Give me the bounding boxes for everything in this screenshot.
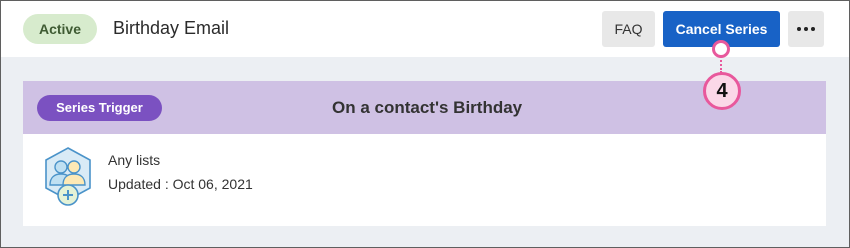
callout-anchor (712, 40, 730, 58)
lists-updated-date: Updated : Oct 06, 2021 (108, 176, 253, 192)
page-title: Birthday Email (113, 18, 230, 38)
trigger-description: On a contact's Birthday (332, 98, 523, 117)
contact-lists-icon (45, 147, 91, 206)
status-badge: Active (23, 14, 97, 44)
more-horizontal-icon (788, 11, 824, 47)
page-frame: Active Birthday Email FAQ Cancel Series … (0, 0, 850, 248)
faq-button[interactable]: FAQ (602, 11, 655, 47)
more-options-button[interactable] (788, 11, 824, 47)
trigger-card: Series Trigger On a contact's Birthday A… (23, 81, 826, 226)
callout-number-badge: 4 (703, 72, 741, 110)
lists-name: Any lists (108, 152, 161, 168)
series-trigger-badge: Series Trigger (37, 95, 162, 121)
